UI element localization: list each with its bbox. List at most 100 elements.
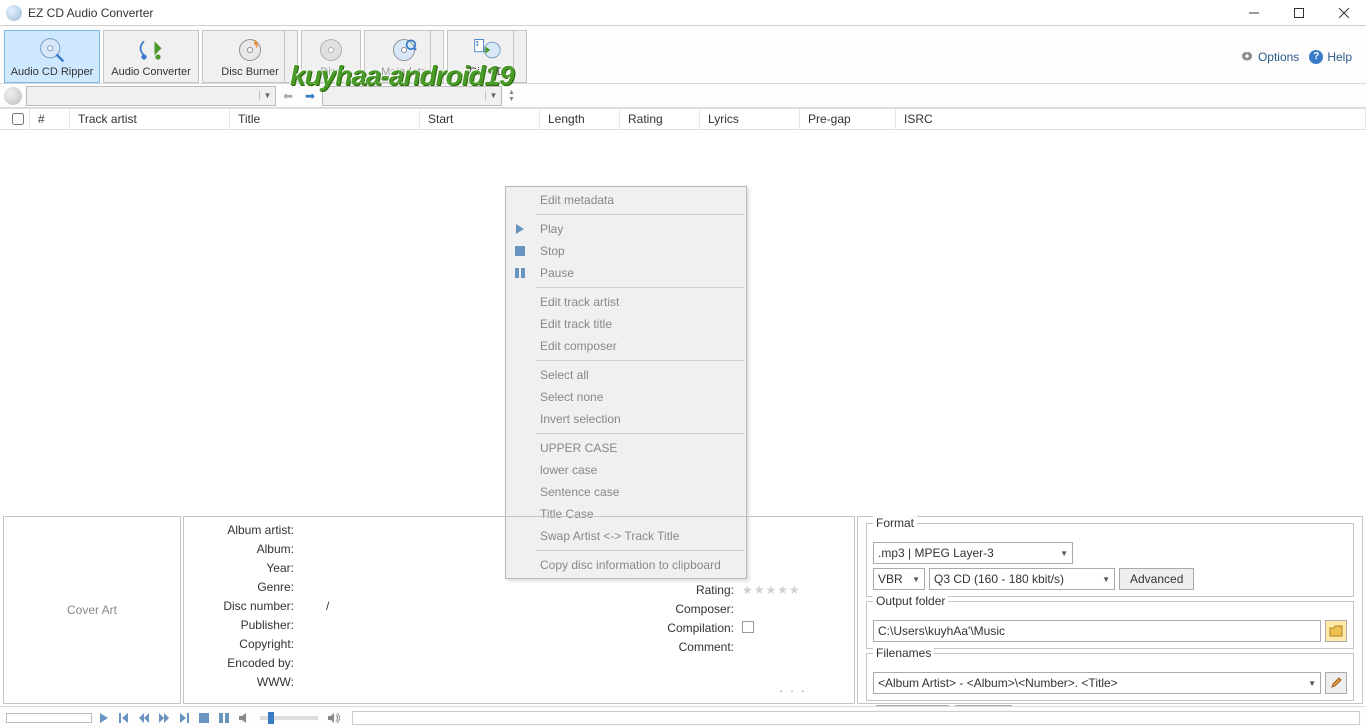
bottom-panels: Cover Art Album artist: Album: Year: Gen… (0, 514, 1366, 706)
sort-updown-icon[interactable]: ▲▼ (508, 89, 515, 103)
output-folder-input[interactable]: C:\Users\kuyhAa'\Music (873, 620, 1321, 642)
playback-progress[interactable] (6, 713, 92, 723)
col-isrc[interactable]: ISRC (896, 109, 1366, 129)
forward-button[interactable] (156, 710, 172, 726)
path-combo[interactable]: ▼ (322, 86, 502, 106)
cm-lower-case[interactable]: lower case (506, 459, 746, 481)
dropdown-caret-icon[interactable]: ▼ (287, 52, 295, 61)
meta-labels-right: Rating: Composer: Compilation: Comment: (514, 523, 734, 697)
lbl-comment: Comment: (679, 640, 734, 654)
volume-icon[interactable] (326, 710, 342, 726)
ribbon-disc-burner[interactable]: Disc Burner ▼ (202, 30, 298, 83)
col-lyrics[interactable]: Lyrics (700, 109, 800, 129)
ribbon-audio-cd-ripper[interactable]: Audio CD Ripper (4, 30, 100, 83)
col-pregap[interactable]: Pre-gap (800, 109, 896, 129)
val-copyright[interactable] (302, 637, 514, 651)
ribbon-label: Metadata (381, 66, 427, 78)
output-legend: Output folder (873, 594, 948, 608)
lbl-compilation: Compilation: (667, 621, 734, 635)
val-disc-number[interactable]: / (302, 599, 514, 613)
minimize-button[interactable] (1231, 0, 1276, 26)
volume-thumb[interactable] (268, 712, 274, 724)
col-length[interactable]: Length (540, 109, 620, 129)
val-album-artist[interactable] (302, 523, 514, 537)
track-table-header: # Track artist Title Start Length Rating… (0, 108, 1366, 130)
col-rating[interactable]: Rating (620, 109, 700, 129)
next-track-button[interactable] (176, 710, 192, 726)
pencil-icon (1330, 677, 1342, 689)
cm-sentence-case[interactable]: Sentence case (506, 481, 746, 503)
cm-edit-track-title[interactable]: Edit track title (506, 313, 746, 335)
drive-icon[interactable] (4, 87, 22, 105)
lbl-year: Year: (266, 561, 294, 575)
stop-button[interactable] (196, 710, 212, 726)
col-number[interactable]: # (30, 109, 70, 129)
col-track-artist[interactable]: Track artist (70, 109, 230, 129)
val-publisher[interactable] (302, 618, 514, 632)
pause-button[interactable] (216, 710, 232, 726)
close-button[interactable] (1321, 0, 1366, 26)
header-checkbox-cell (0, 109, 30, 129)
val-genre[interactable] (302, 580, 514, 594)
filenames-combo[interactable]: <Album Artist> - <Album>\<Number>. <Titl… (873, 672, 1321, 694)
ribbon-audio-converter[interactable]: Audio Converter (103, 30, 199, 83)
mute-icon[interactable] (236, 710, 252, 726)
col-start[interactable]: Start (420, 109, 540, 129)
options-label: Options (1258, 50, 1299, 64)
cm-select-none[interactable]: Select none (506, 386, 746, 408)
ribbon-label: Audio CD Ripper (11, 66, 94, 78)
ribbon-disc[interactable]: Disc (301, 30, 361, 83)
cm-pause[interactable]: Pause (506, 262, 746, 284)
compilation-checkbox[interactable] (742, 621, 754, 633)
help-link[interactable]: ? Help (1309, 50, 1352, 64)
volume-slider[interactable] (260, 716, 318, 720)
metadata-icon (390, 36, 418, 64)
cover-art-panel[interactable]: Cover Art (3, 516, 181, 704)
play-icon (512, 221, 528, 237)
browse-folder-button[interactable] (1325, 620, 1347, 642)
rewind-button[interactable] (136, 710, 152, 726)
cm-upper-case[interactable]: UPPER CASE (506, 437, 746, 459)
val-encoded-by[interactable] (302, 656, 514, 670)
val-comment[interactable] (742, 638, 844, 652)
cm-edit-track-artist[interactable]: Edit track artist (506, 291, 746, 313)
track-table-body[interactable]: Edit metadata Play Stop Pause Edit track… (0, 130, 1366, 506)
options-link[interactable]: Options (1240, 50, 1299, 64)
advanced-button[interactable]: Advanced (1119, 568, 1194, 590)
cm-play[interactable]: Play (506, 218, 746, 240)
more-dots[interactable]: . . . (742, 681, 844, 697)
drive-combo[interactable]: ▼ (26, 86, 276, 106)
convert-icon (137, 36, 165, 64)
format-combo[interactable]: .mp3 | MPEG Layer-3▼ (873, 542, 1073, 564)
ribbon-rip-cd[interactable]: Rip CD ▼ (447, 30, 527, 83)
format-fieldset: Format .mp3 | MPEG Layer-3▼ VBR▼ Q3 CD (… (866, 523, 1354, 597)
maximize-button[interactable] (1276, 0, 1321, 26)
nav-back-icon[interactable]: ⬅ (278, 86, 298, 106)
quality-combo[interactable]: Q3 CD (160 - 180 kbit/s)▼ (929, 568, 1115, 590)
ribbon-metadata[interactable]: Metadata ▼ (364, 30, 444, 83)
cm-edit-metadata[interactable]: Edit metadata (506, 189, 746, 211)
lbl-genre: Genre: (257, 580, 294, 594)
cm-stop[interactable]: Stop (506, 240, 746, 262)
vbr-combo[interactable]: VBR▼ (873, 568, 925, 590)
col-title[interactable]: Title (230, 109, 420, 129)
titlebar: EZ CD Audio Converter (0, 0, 1366, 26)
cm-invert-selection[interactable]: Invert selection (506, 408, 746, 430)
cm-select-all[interactable]: Select all (506, 364, 746, 386)
nav-forward-icon[interactable]: ➡ (300, 86, 320, 106)
edit-filenames-button[interactable] (1325, 672, 1347, 694)
rating-stars[interactable]: ★★★★★ (742, 583, 844, 597)
play-button[interactable] (96, 710, 112, 726)
cm-edit-composer[interactable]: Edit composer (506, 335, 746, 357)
val-year[interactable] (302, 561, 514, 575)
val-www[interactable] (302, 675, 514, 689)
ribbon-toolbar: Audio CD Ripper Audio Converter Disc Bur… (0, 26, 1366, 84)
dropdown-caret-icon[interactable]: ▼ (433, 52, 441, 61)
dropdown-caret-icon[interactable]: ▼ (516, 52, 524, 61)
prev-track-button[interactable] (116, 710, 132, 726)
val-composer[interactable] (742, 602, 844, 616)
meta-labels-left: Album artist: Album: Year: Genre: Disc n… (194, 523, 294, 697)
select-all-checkbox[interactable] (12, 113, 24, 125)
lbl-composer: Composer: (675, 602, 734, 616)
val-album[interactable] (302, 542, 514, 556)
